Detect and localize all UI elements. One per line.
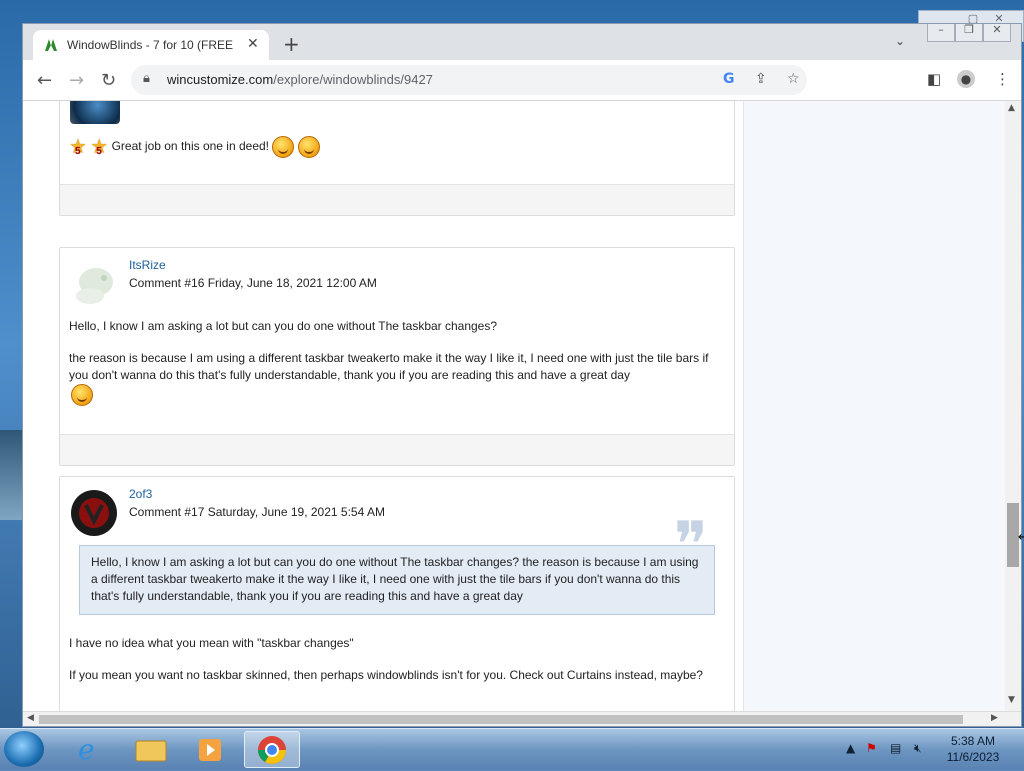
page-viewport: ★ 5 ★ 5 Great job on this one in deed! Its… [23, 101, 1021, 711]
browser-window: WindowBlinds - 7 for 10 (FREE D ✕ + ⌄ – … [22, 23, 1022, 727]
comment-meta: Comment #17 Saturday, June 19, 2021 5:54… [129, 505, 385, 519]
volume-muted-icon[interactable]: 🔇︎ [914, 741, 922, 756]
internet-explorer-icon: e [78, 733, 95, 766]
taskbar-clock[interactable]: 5:38 AM 11/6/2023 [940, 733, 1006, 765]
start-button[interactable] [4, 731, 44, 767]
comment-card-17: 2of3 Comment #17 Saturday, June 19, 2021… [59, 476, 735, 711]
back-button[interactable]: ← [37, 70, 52, 91]
quote-mark-icon: ❞ [673, 509, 708, 583]
avatar [70, 101, 120, 124]
address-bar[interactable]: 🔒︎ wincustomize.com/explore/windowblinds… [131, 65, 807, 95]
bookmark-star-icon[interactable]: ☆ [787, 71, 800, 87]
tab-strip: WindowBlinds - 7 for 10 (FREE D ✕ + ⌄ – … [23, 24, 1021, 60]
comment-paragraph: the reason is because I am using a diffe… [69, 351, 709, 382]
comment-footer [60, 184, 734, 215]
url-text: wincustomize.com/explore/windowblinds/94… [167, 72, 433, 87]
new-tab-button[interactable]: + [283, 32, 300, 56]
window-restore-icon[interactable]: ❐ [955, 24, 983, 42]
scroll-up-icon[interactable]: ▲ [1008, 103, 1015, 113]
url-host: wincustomize.com [167, 72, 274, 87]
tab-windowblinds[interactable]: WindowBlinds - 7 for 10 (FREE D ✕ [33, 30, 269, 60]
action-center-flag-icon[interactable]: ⚑ [866, 741, 877, 755]
vertical-scrollbar[interactable]: ▲ ▼ [1005, 101, 1021, 711]
horizontal-scrollbar[interactable]: ◀ ▶ [23, 711, 1021, 726]
five-star-emoticon-icon: ★ 5 [69, 135, 87, 158]
scroll-right-icon[interactable]: ▶ [991, 713, 998, 723]
wincustomize-favicon-icon [45, 39, 57, 51]
url-path: /explore/windowblinds/9427 [273, 72, 433, 87]
right-sidebar [743, 101, 1006, 711]
comment-paragraph: If you mean you want no taskbar skinned,… [69, 668, 703, 682]
taskbar-media-player[interactable] [184, 731, 238, 766]
comment-body: ★ 5 ★ 5 Great job on this one in deed! [69, 136, 320, 158]
comment-author-link[interactable]: ItsRize [129, 258, 166, 272]
taskbar-internet-explorer[interactable]: e [64, 731, 118, 766]
mouse-cursor-icon: ↔ [1018, 530, 1024, 545]
window-minimize-icon[interactable]: – [927, 24, 955, 42]
media-player-icon [199, 739, 221, 761]
scroll-down-icon[interactable]: ▼ [1008, 695, 1015, 705]
comment-text: Great job on this one in deed! [111, 139, 270, 154]
taskbar: e ▲ ⚑ ▤ 🔇︎ 5:38 AM 11/6/2023 [0, 728, 1024, 769]
quote-block: ❞ Hello, I know I am asking a lot but ca… [79, 514, 715, 615]
avatar [76, 268, 113, 304]
share-icon[interactable]: ⇪ [755, 71, 767, 87]
reload-button[interactable]: ↻ [101, 70, 116, 91]
comment-author-link[interactable]: 2of3 [129, 487, 152, 501]
tab-title: WindowBlinds - 7 for 10 (FREE D [67, 38, 237, 52]
wink-emoticon-icon [297, 136, 320, 158]
profile-avatar-icon[interactable]: ● [957, 70, 975, 88]
avatar [71, 490, 117, 536]
clock-time: 5:38 AM [950, 734, 996, 748]
side-panel-icon[interactable]: ◧ [927, 70, 941, 88]
forward-button[interactable]: → [69, 70, 84, 91]
tab-close-icon[interactable]: ✕ [247, 36, 259, 52]
comment-meta: Comment #16 Friday, June 18, 2021 12:00 … [129, 276, 377, 290]
chrome-icon [258, 736, 286, 764]
scroll-left-icon[interactable]: ◀ [27, 713, 34, 723]
show-hidden-icons-icon[interactable]: ▲ [846, 741, 855, 755]
grin-emoticon-icon [272, 136, 295, 158]
folder-icon [135, 740, 167, 762]
comment-card-partial: ★ 5 ★ 5 Great job on this one in deed! [59, 101, 735, 216]
quote-text: Hello, I know I am asking a lot but can … [91, 555, 699, 603]
tab-search-icon[interactable]: ⌄ [895, 34, 905, 48]
taskbar-file-explorer[interactable] [124, 731, 178, 766]
menu-kebab-icon[interactable]: ⋮ [995, 70, 1010, 88]
scrollbar-thumb[interactable] [39, 715, 963, 724]
comment-paragraph: I have no idea what you mean with "taskb… [69, 636, 354, 650]
lock-icon[interactable]: 🔒︎ [143, 71, 150, 86]
five-star-emoticon-icon: ★ 5 [90, 135, 109, 158]
google-lens-icon[interactable]: G [723, 71, 735, 87]
taskbar-chrome[interactable] [244, 731, 300, 768]
smile-emoticon-icon [71, 384, 93, 406]
svg-text:e: e [78, 733, 95, 766]
browser-toolbar: ← → ↻ 🔒︎ wincustomize.com/explore/window… [23, 60, 1021, 101]
window-close-icon[interactable]: ✕ [983, 24, 1011, 42]
comment-footer [60, 434, 734, 465]
comment-card-16: ItsRize Comment #16 Friday, June 18, 202… [59, 247, 735, 466]
network-icon[interactable]: ▤ [890, 741, 901, 755]
clock-date: 11/6/2023 [946, 750, 1000, 764]
comment-paragraph: Hello, I know I am asking a lot but can … [69, 319, 498, 333]
